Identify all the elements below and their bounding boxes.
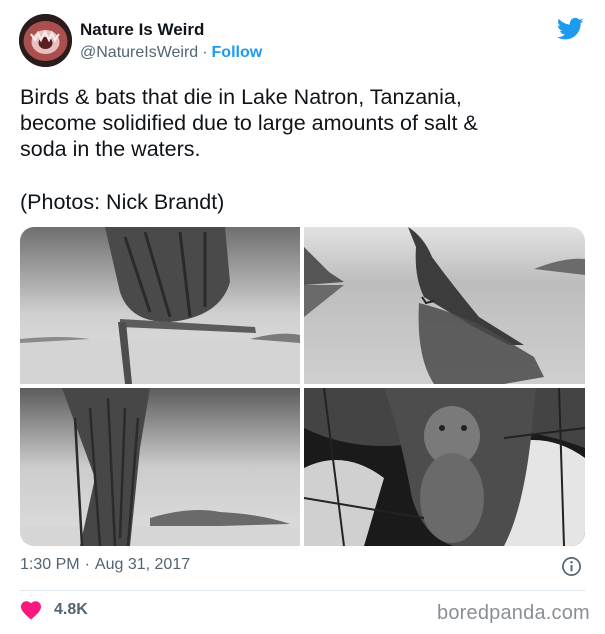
photo-bat-thorns[interactable] (304, 388, 585, 546)
photo-grid (20, 227, 585, 546)
watermark: boredpanda.com (437, 602, 590, 624)
divider (20, 590, 585, 591)
avatar-image (19, 14, 72, 67)
timestamp-separator: · (84, 556, 90, 573)
display-name[interactable]: Nature Is Weird (80, 20, 204, 40)
photo-credit: (Photos: Nick Brandt) (20, 190, 225, 214)
heart-icon (21, 601, 41, 620)
tweet-text: Birds & bats that die in Lake Natron, Ta… (20, 85, 478, 161)
tweet-time: 1:30 PM (20, 556, 80, 573)
handle-row: @NatureIsWeird · Follow (80, 44, 262, 62)
info-icon[interactable] (561, 556, 582, 577)
separator: · (202, 44, 208, 61)
handle[interactable]: @NatureIsWeird (80, 44, 198, 61)
tweet-card: Nature Is Weird @NatureIsWeird · Follow Bi… (0, 0, 605, 634)
twitter-bird-icon[interactable] (557, 17, 584, 41)
photo-bird-dangling[interactable] (20, 388, 300, 546)
like-count: 4.8K (54, 601, 88, 618)
photo-bird-on-branch[interactable] (20, 227, 300, 384)
photo-bird-reflection[interactable] (304, 227, 585, 384)
like-button[interactable]: 4.8K (20, 600, 88, 620)
tweet-date: Aug 31, 2017 (94, 556, 191, 573)
timestamp[interactable]: 1:30 PM · Aug 31, 2017 (20, 556, 190, 574)
follow-button[interactable]: Follow (212, 44, 263, 61)
avatar[interactable] (19, 14, 72, 67)
